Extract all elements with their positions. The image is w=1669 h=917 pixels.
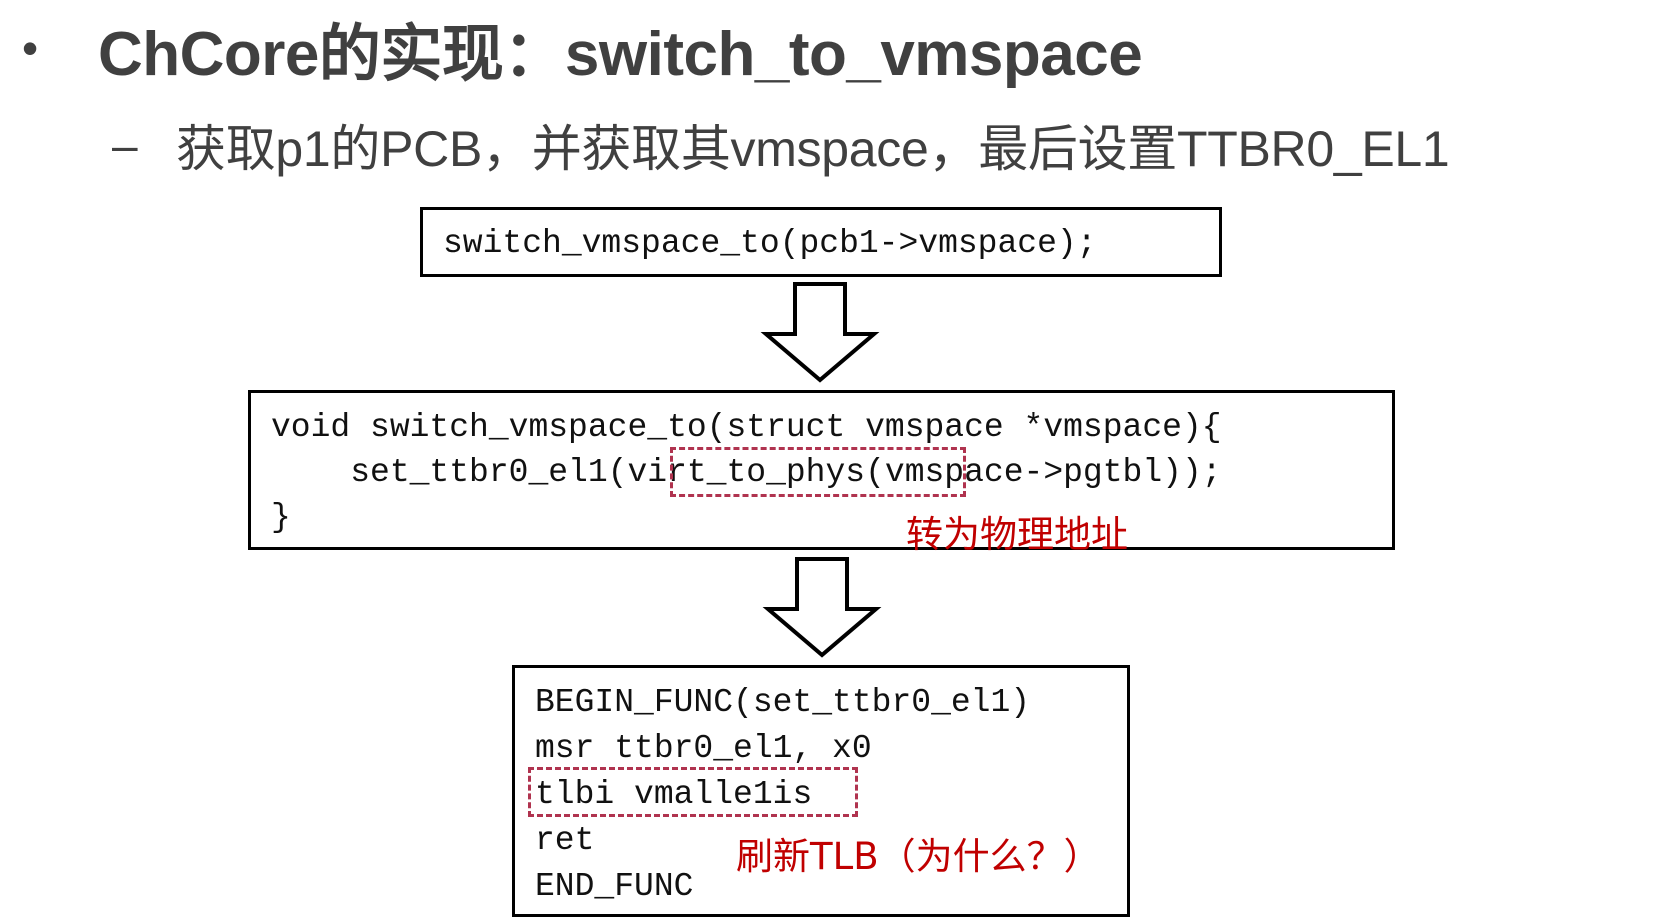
code-line: switch_vmspace_to(pcb1->vmspace); [443, 225, 1097, 262]
highlight-tlbi [528, 767, 858, 817]
code-line: ret [535, 822, 595, 859]
annotation-physical-address: 转为物理地址 [906, 513, 1128, 556]
code-line: END_FUNC [535, 868, 694, 905]
code-line: } [271, 499, 291, 536]
code-line: msr ttbr0_el1, x0 [535, 730, 872, 767]
highlight-virt-to-phys [670, 447, 966, 497]
down-arrow-icon [760, 282, 880, 383]
annotation-flush-tlb: 刷新TLB（为什么？） [736, 835, 1101, 878]
code-line: BEGIN_FUNC(set_ttbr0_el1) [535, 684, 1031, 721]
down-arrow-icon [762, 557, 882, 658]
slide-title: ChCore的实现：switch_to_vmspace [98, 20, 1143, 89]
slide-subtitle-row: – 获取p1的PCB，并获取其vmspace，最后设置TTBR0_EL1 [112, 112, 1450, 178]
slide-subtitle: 获取p1的PCB，并获取其vmspace，最后设置TTBR0_EL1 [176, 121, 1450, 177]
bullet-marker: • [22, 22, 39, 74]
slide-title-row: • ChCore的实现：switch_to_vmspace [22, 8, 1143, 89]
code-box-call: switch_vmspace_to(pcb1->vmspace); [420, 207, 1222, 277]
sub-bullet-marker: – [112, 119, 138, 171]
code-line: void switch_vmspace_to(struct vmspace *v… [271, 409, 1222, 446]
